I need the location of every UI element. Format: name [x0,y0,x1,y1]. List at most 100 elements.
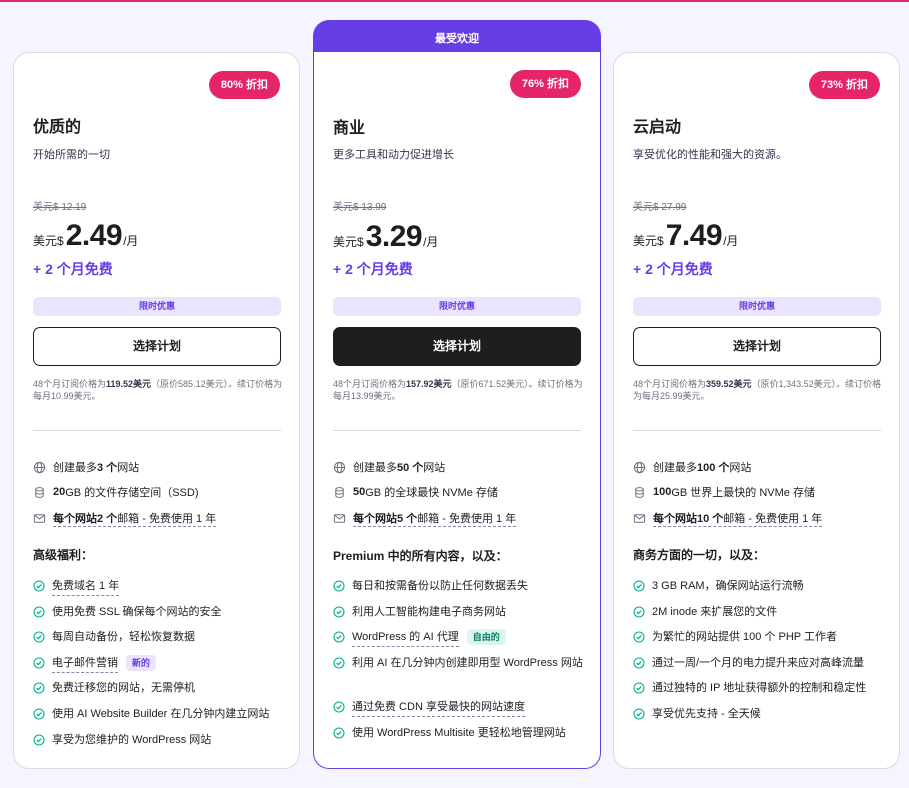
globe-icon [633,461,646,473]
benefit-item: 利用 AI 在几分钟内创建即用型 WordPress 网站 [333,655,583,672]
per-month-label: /月 [723,234,739,248]
plan-description: 开始所需的一切 [33,149,110,161]
database-icon [35,486,44,498]
original-price: 美元$ 12.19 [33,202,87,213]
free-tag: 自由的 [466,629,506,645]
pricing-note: 48个月订阅价格为157.92美元（原价671.52美元）。续订价格为每月13.… [333,379,583,401]
divider [633,430,881,431]
currency-label: 美元$ [33,234,64,248]
check-circle-icon [633,682,645,694]
benefit-item: 免费迁移您的网站，无需停机 [33,680,283,697]
benefit-item: 通过独特的 IP 地址获得额外的控制和稳定性 [633,680,883,697]
check-circle-icon [33,734,45,746]
feature-mailboxes: 每个网站5 个邮箱 - 免费使用 1 年 [333,510,517,527]
feature-storage: 50 GB 的全球最快 NVMe 存储 [333,484,498,500]
plan-card-premium: 80% 折扣 优质的 开始所需的一切 美元$ 12.19 美元$2.49/月 +… [13,52,300,769]
benefit-item: 利用人工智能构建电子商务网站 [333,604,583,621]
section-title: 商务方面的一切，以及： [633,548,766,562]
original-price: 美元$ 27.99 [633,202,687,213]
globe-icon [333,461,346,473]
per-month-label: /月 [423,235,439,249]
feature-mailboxes: 每个网站10 个邮箱 - 免费使用 1 年 [633,510,823,527]
check-circle-icon [333,631,345,643]
plan-card-business: 76% 折扣 商业 更多工具和动力促进增长 美元$ 13.99 美元$3.29/… [313,52,601,769]
per-month-label: /月 [123,234,139,248]
price-amount: 3.29 [365,220,423,253]
price: 美元$3.29/月 [333,220,438,254]
section-title: 高级福利： [33,548,94,562]
discount-badge: 76% 折扣 [509,70,581,98]
new-tag: 新的 [126,655,157,671]
benefit-item: 为繁忙的网站提供 100 个 PHP 工作者 [633,629,883,646]
benefit-item: 电子邮件营销 新的 [33,655,283,673]
benefit-item: 每周自动备份，轻松恢复数据 [33,629,283,646]
plan-card-cloud-startup: 73% 折扣 云启动 享受优化的性能和强大的资源。 美元$ 27.99 美元$7… [613,52,900,769]
database-icon [635,486,644,498]
benefit-item: 每日和按需备份以防止任何数据丢失 [333,578,583,595]
benefit-item: 免费域名 1 年 [33,578,283,596]
price: 美元$7.49/月 [633,219,738,253]
original-price: 美元$ 13.99 [333,202,387,213]
select-plan-button[interactable]: 选择计划 [333,327,581,366]
limited-offer-label: 限时优惠 [633,297,881,316]
currency-label: 美元$ [333,235,364,249]
check-circle-icon [33,682,45,694]
currency-label: 美元$ [633,234,664,248]
feature-storage: 100 GB 世界上最快的 NVMe 存储 [633,484,815,500]
plan-name: 云启动 [633,119,682,136]
check-circle-icon [633,606,645,618]
benefit-item: 使用免费 SSL 确保每个网站的安全 [33,604,283,621]
divider [333,430,581,431]
check-circle-icon [33,708,45,720]
plan-name: 优质的 [33,119,82,136]
benefit-item: 享受优先支持 - 全天候 [633,706,883,723]
feature-storage: 20 GB 的文件存储空间（SSD) [33,484,198,500]
select-plan-button[interactable]: 选择计划 [633,327,881,366]
limited-offer-label: 限时优惠 [333,297,581,316]
feature-websites: 创建最多 50 个网站 [333,459,445,475]
pricing-note: 48个月订阅价格为119.52美元（原价585.12美元）。续订价格为每月10.… [33,379,283,401]
benefit-item: 3 GB RAM，确保网站运行流畅 [633,578,883,595]
plan-name: 商业 [333,120,366,137]
benefit-item: 使用 WordPress Multisite 更轻松地管理网站 [333,725,583,742]
discount-badge: 73% 折扣 [808,71,880,99]
price-amount: 7.49 [665,219,723,252]
top-accent-line [0,0,909,2]
check-circle-icon [333,606,345,618]
mail-icon [633,514,646,523]
plan-description: 享受优化的性能和强大的资源。 [633,149,787,161]
bonus-months: + 2 个月免费 [33,261,113,277]
price-amount: 2.49 [65,219,123,252]
check-circle-icon [633,631,645,643]
check-circle-icon [33,631,45,643]
check-circle-icon [633,580,645,592]
limited-offer-label: 限时优惠 [33,297,281,316]
benefit-item: 通过一周/一个月的电力提升来应对高峰流量 [633,655,883,672]
mail-icon [33,514,46,523]
mail-icon [333,514,346,523]
benefit-item: 享受为您维护的 WordPress 网站 [33,732,283,749]
bonus-months: + 2 个月免费 [633,261,713,277]
select-plan-button[interactable]: 选择计划 [33,327,281,366]
check-circle-icon [333,727,345,739]
check-circle-icon [633,657,645,669]
discount-badge: 80% 折扣 [208,71,280,99]
pricing-note: 48个月订阅价格为359.52美元（原价1,343.52美元）。续订价格为每月2… [633,379,882,401]
database-icon [335,486,344,498]
check-circle-icon [333,580,345,592]
benefit-item: 2M inode 来扩展您的文件 [633,604,883,621]
check-circle-icon [333,657,345,669]
check-circle-icon [333,701,345,713]
plan-description: 更多工具和动力促进增长 [333,149,454,161]
benefit-item: 通过免费 CDN 享受最快的网站速度 [333,699,583,717]
check-circle-icon [33,606,45,618]
check-circle-icon [33,657,45,669]
bonus-months: + 2 个月免费 [333,261,413,277]
check-circle-icon [633,708,645,720]
globe-icon [33,461,46,473]
benefit-item: WordPress 的 AI 代理 自由的 [333,629,583,647]
feature-websites: 创建最多 100 个网站 [633,459,751,475]
benefit-item: 使用 AI Website Builder 在几分钟内建立网站 [33,706,283,723]
check-circle-icon [33,580,45,592]
feature-mailboxes: 每个网站2 个邮箱 - 免费使用 1 年 [33,510,217,527]
